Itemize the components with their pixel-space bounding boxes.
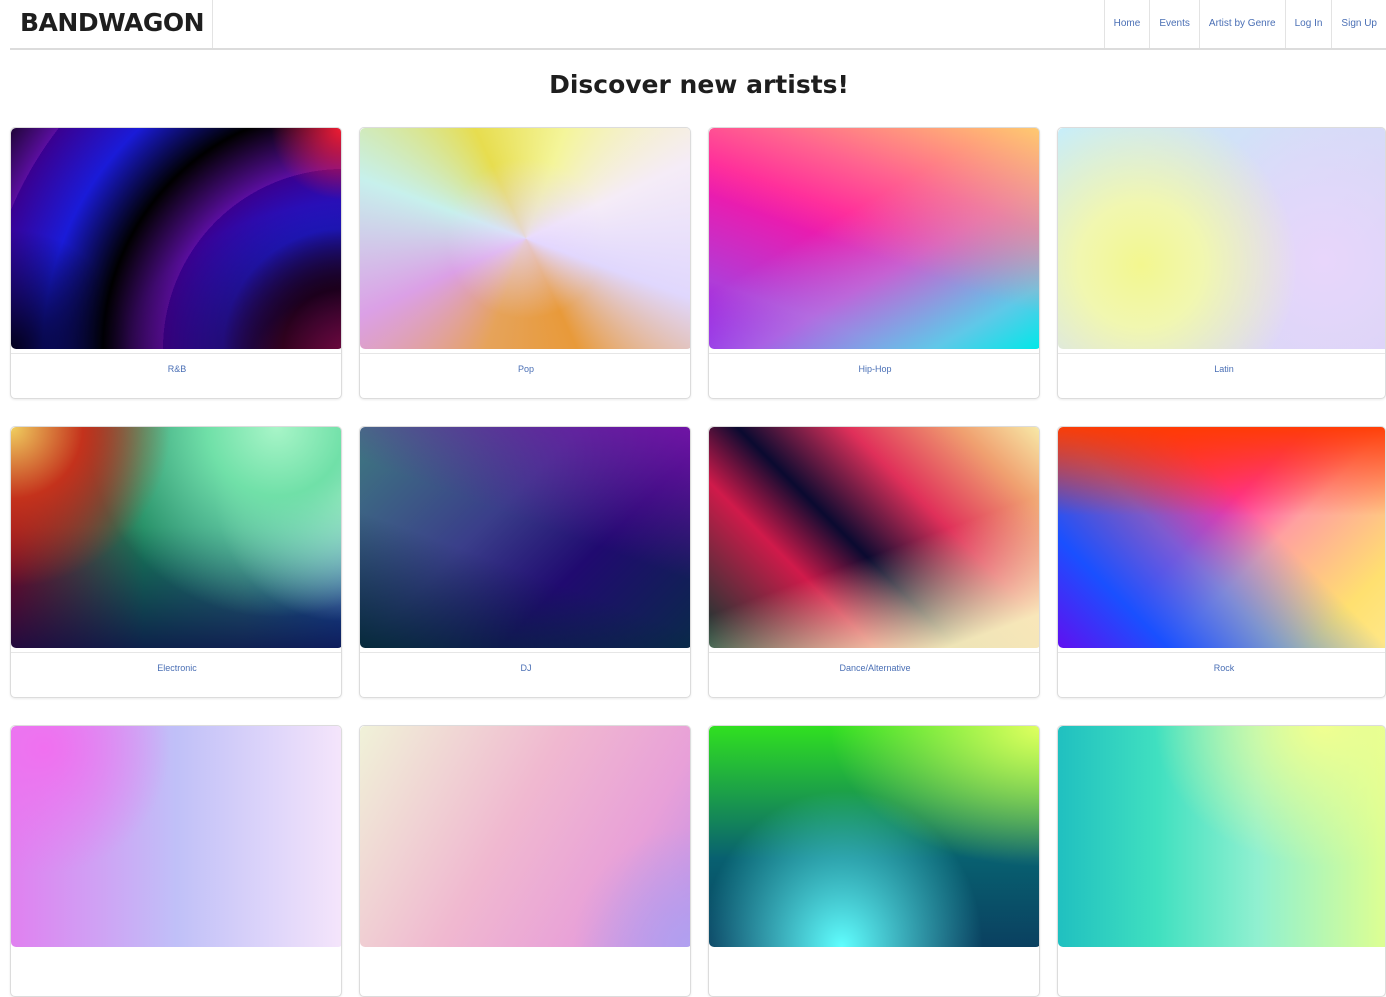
- card-divider: [11, 652, 341, 653]
- genre-image[interactable]: [11, 726, 341, 947]
- genre-image[interactable]: [1058, 427, 1385, 648]
- page-title: Discover new artists!: [549, 70, 849, 99]
- genre-image[interactable]: [360, 427, 690, 648]
- nav-links: Home Events Artist by Genre Log In Sign …: [1103, 0, 1386, 48]
- card-divider: [11, 353, 341, 354]
- genre-link[interactable]: R&B: [11, 364, 341, 374]
- brand-logo[interactable]: BANDWAGON: [10, 0, 213, 48]
- genre-card-dj[interactable]: DJ: [359, 426, 691, 698]
- card-divider: [1058, 353, 1385, 354]
- genre-image[interactable]: [709, 427, 1039, 648]
- genre-image[interactable]: [11, 128, 341, 349]
- card-divider: [1058, 652, 1385, 653]
- genre-image[interactable]: [709, 726, 1039, 947]
- card-divider: [709, 353, 1039, 354]
- card-divider: [360, 652, 690, 653]
- genre-link[interactable]: Hip-Hop: [709, 364, 1039, 374]
- nav-events-link[interactable]: Events: [1149, 0, 1199, 48]
- genre-link[interactable]: Rock: [1058, 663, 1385, 673]
- card-divider: [360, 353, 690, 354]
- nav-sign-up-link[interactable]: Sign Up: [1331, 0, 1386, 48]
- genre-image[interactable]: [360, 128, 690, 349]
- genre-card[interactable]: [10, 725, 342, 997]
- nav-artist-by-genre-link[interactable]: Artist by Genre: [1198, 0, 1285, 48]
- genre-image[interactable]: [11, 427, 341, 648]
- genre-card[interactable]: [708, 725, 1040, 997]
- genre-image[interactable]: [360, 726, 690, 947]
- nav-log-in-link[interactable]: Log In: [1284, 0, 1332, 48]
- genre-image[interactable]: [709, 128, 1039, 349]
- genre-card-rnb[interactable]: R&B: [10, 127, 342, 399]
- genre-link[interactable]: Latin: [1058, 364, 1385, 374]
- genre-card[interactable]: [359, 725, 691, 997]
- genre-link[interactable]: Dance/Alternative: [709, 663, 1039, 673]
- genre-link[interactable]: Electronic: [11, 663, 341, 673]
- genre-card-hip-hop[interactable]: Hip-Hop: [708, 127, 1040, 399]
- genre-link[interactable]: DJ: [360, 663, 690, 673]
- genre-card-latin[interactable]: Latin: [1057, 127, 1386, 399]
- genre-card[interactable]: [1057, 725, 1386, 997]
- genre-card-electronic[interactable]: Electronic: [10, 426, 342, 698]
- nav-home-link[interactable]: Home: [1103, 0, 1150, 48]
- navbar: BANDWAGON Home Events Artist by Genre Lo…: [10, 0, 1386, 50]
- card-divider: [709, 652, 1039, 653]
- genre-image[interactable]: [1058, 128, 1385, 349]
- genre-card-dance-alternative[interactable]: Dance/Alternative: [708, 426, 1040, 698]
- genre-link[interactable]: Pop: [360, 364, 690, 374]
- genre-image[interactable]: [1058, 726, 1385, 947]
- genre-card-rock[interactable]: Rock: [1057, 426, 1386, 698]
- genre-card-pop[interactable]: Pop: [359, 127, 691, 399]
